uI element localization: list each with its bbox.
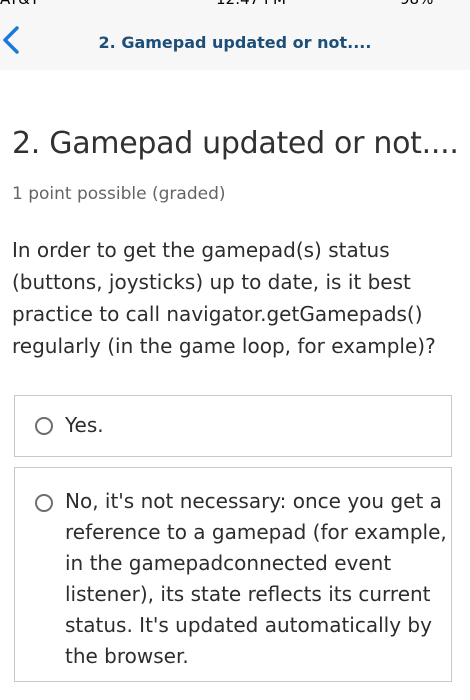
option-line: the browser. — [65, 644, 189, 668]
question-line: (buttons, joysticks) up to date, is it b… — [12, 270, 411, 294]
option-label: Yes. — [65, 410, 445, 441]
radio-button[interactable] — [35, 417, 53, 435]
battery-label: 98% — [400, 0, 433, 8]
points-label: 1 point possible (graded) — [12, 184, 226, 204]
chevron-left-icon — [3, 26, 19, 54]
back-button[interactable] — [0, 20, 28, 60]
problem-title: 2. Gamepad updated or not.... — [12, 126, 459, 161]
clock-label: 12:47 PM — [216, 0, 286, 8]
status-bar: AT&T 12:47 PM 98% — [0, 0, 470, 8]
nav-title: 2. Gamepad updated or not.... — [98, 33, 372, 52]
option-line: Yes. — [65, 413, 104, 437]
carrier-label: AT&T — [0, 0, 39, 8]
question-line: regularly (in the game loop, for example… — [12, 334, 436, 358]
question-text: In order to get the gamepad(s) status (b… — [12, 234, 460, 362]
navigation-bar: 2. Gamepad updated or not.... — [0, 8, 470, 70]
radio-button[interactable] — [35, 494, 53, 512]
option-line: listener), its state reflects its curren… — [65, 582, 431, 606]
answer-option-no[interactable]: No, it's not necessary: once you get a r… — [14, 467, 452, 682]
option-line: reference to a gamepad (for example, — [65, 520, 447, 544]
answer-option-yes[interactable]: Yes. — [14, 395, 452, 457]
option-line: status. It's updated automatically by — [65, 613, 432, 637]
option-line: No, it's not necessary: once you get a — [65, 489, 442, 513]
question-line: practice to call navigator.getGamepads() — [12, 302, 423, 326]
question-line: In order to get the gamepad(s) status — [12, 238, 390, 262]
problem-content: 2. Gamepad updated or not.... 1 point po… — [0, 70, 470, 700]
option-line: in the gamepadconnected event — [65, 551, 392, 575]
option-label: No, it's not necessary: once you get a r… — [65, 486, 447, 672]
